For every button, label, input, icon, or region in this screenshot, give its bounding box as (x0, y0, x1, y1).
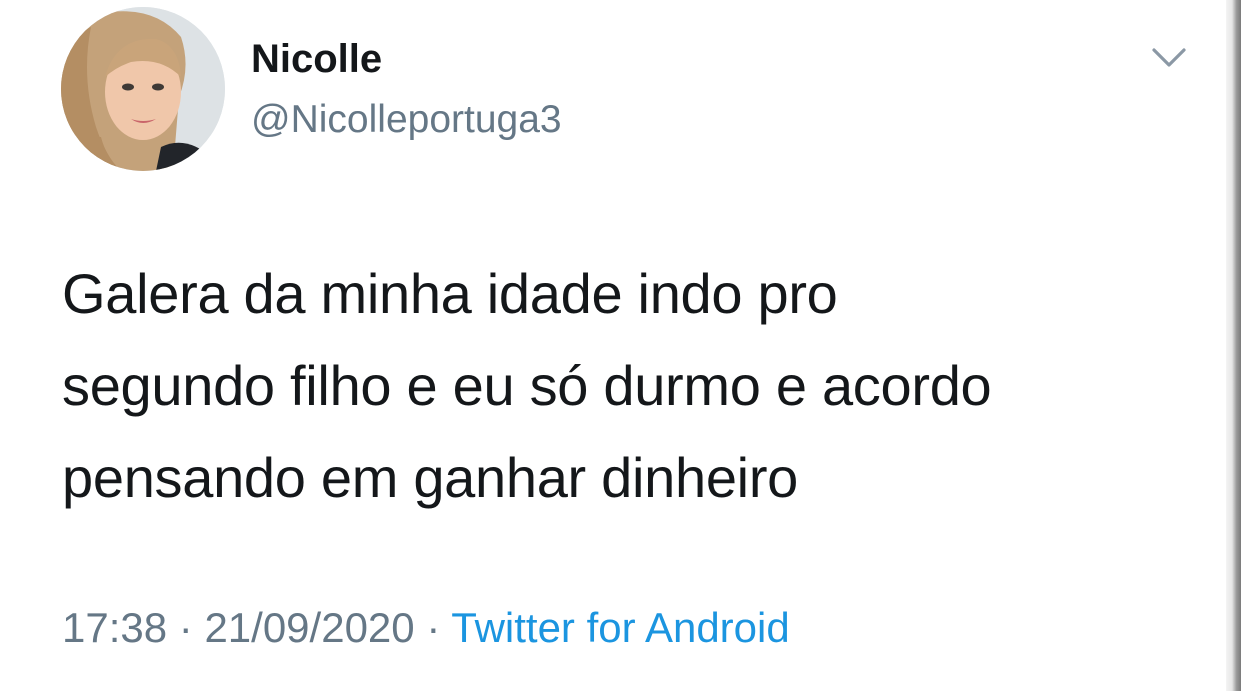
tweet-metadata: 17:38 · 21/09/2020 · Twitter for Android (62, 600, 790, 656)
tweet-date[interactable]: 21/09/2020 (204, 604, 414, 651)
author-name[interactable]: Nicolle (251, 36, 382, 82)
tweet-card: Nicolle @Nicolleportuga3 Galera da minha… (0, 0, 1226, 691)
tweet-source-link[interactable]: Twitter for Android (451, 604, 789, 651)
author-handle[interactable]: @Nicolleportuga3 (251, 97, 562, 143)
tweet-text-line: Galera da minha idade indo pro (62, 262, 838, 325)
meta-separator: · (414, 604, 452, 651)
tweet-text: Galera da minha idade indo pro segundo f… (62, 248, 1182, 524)
tweet-time[interactable]: 17:38 (62, 604, 167, 651)
chevron-down-icon[interactable] (1148, 40, 1190, 76)
avatar-image (61, 7, 225, 171)
tweet-text-line: pensando em ganhar dinheiro (62, 446, 799, 509)
avatar[interactable] (61, 7, 225, 171)
tweet-text-line: segundo filho e eu só durmo e acordo (62, 354, 992, 417)
page-edge (1226, 0, 1241, 691)
meta-separator: · (167, 604, 205, 651)
